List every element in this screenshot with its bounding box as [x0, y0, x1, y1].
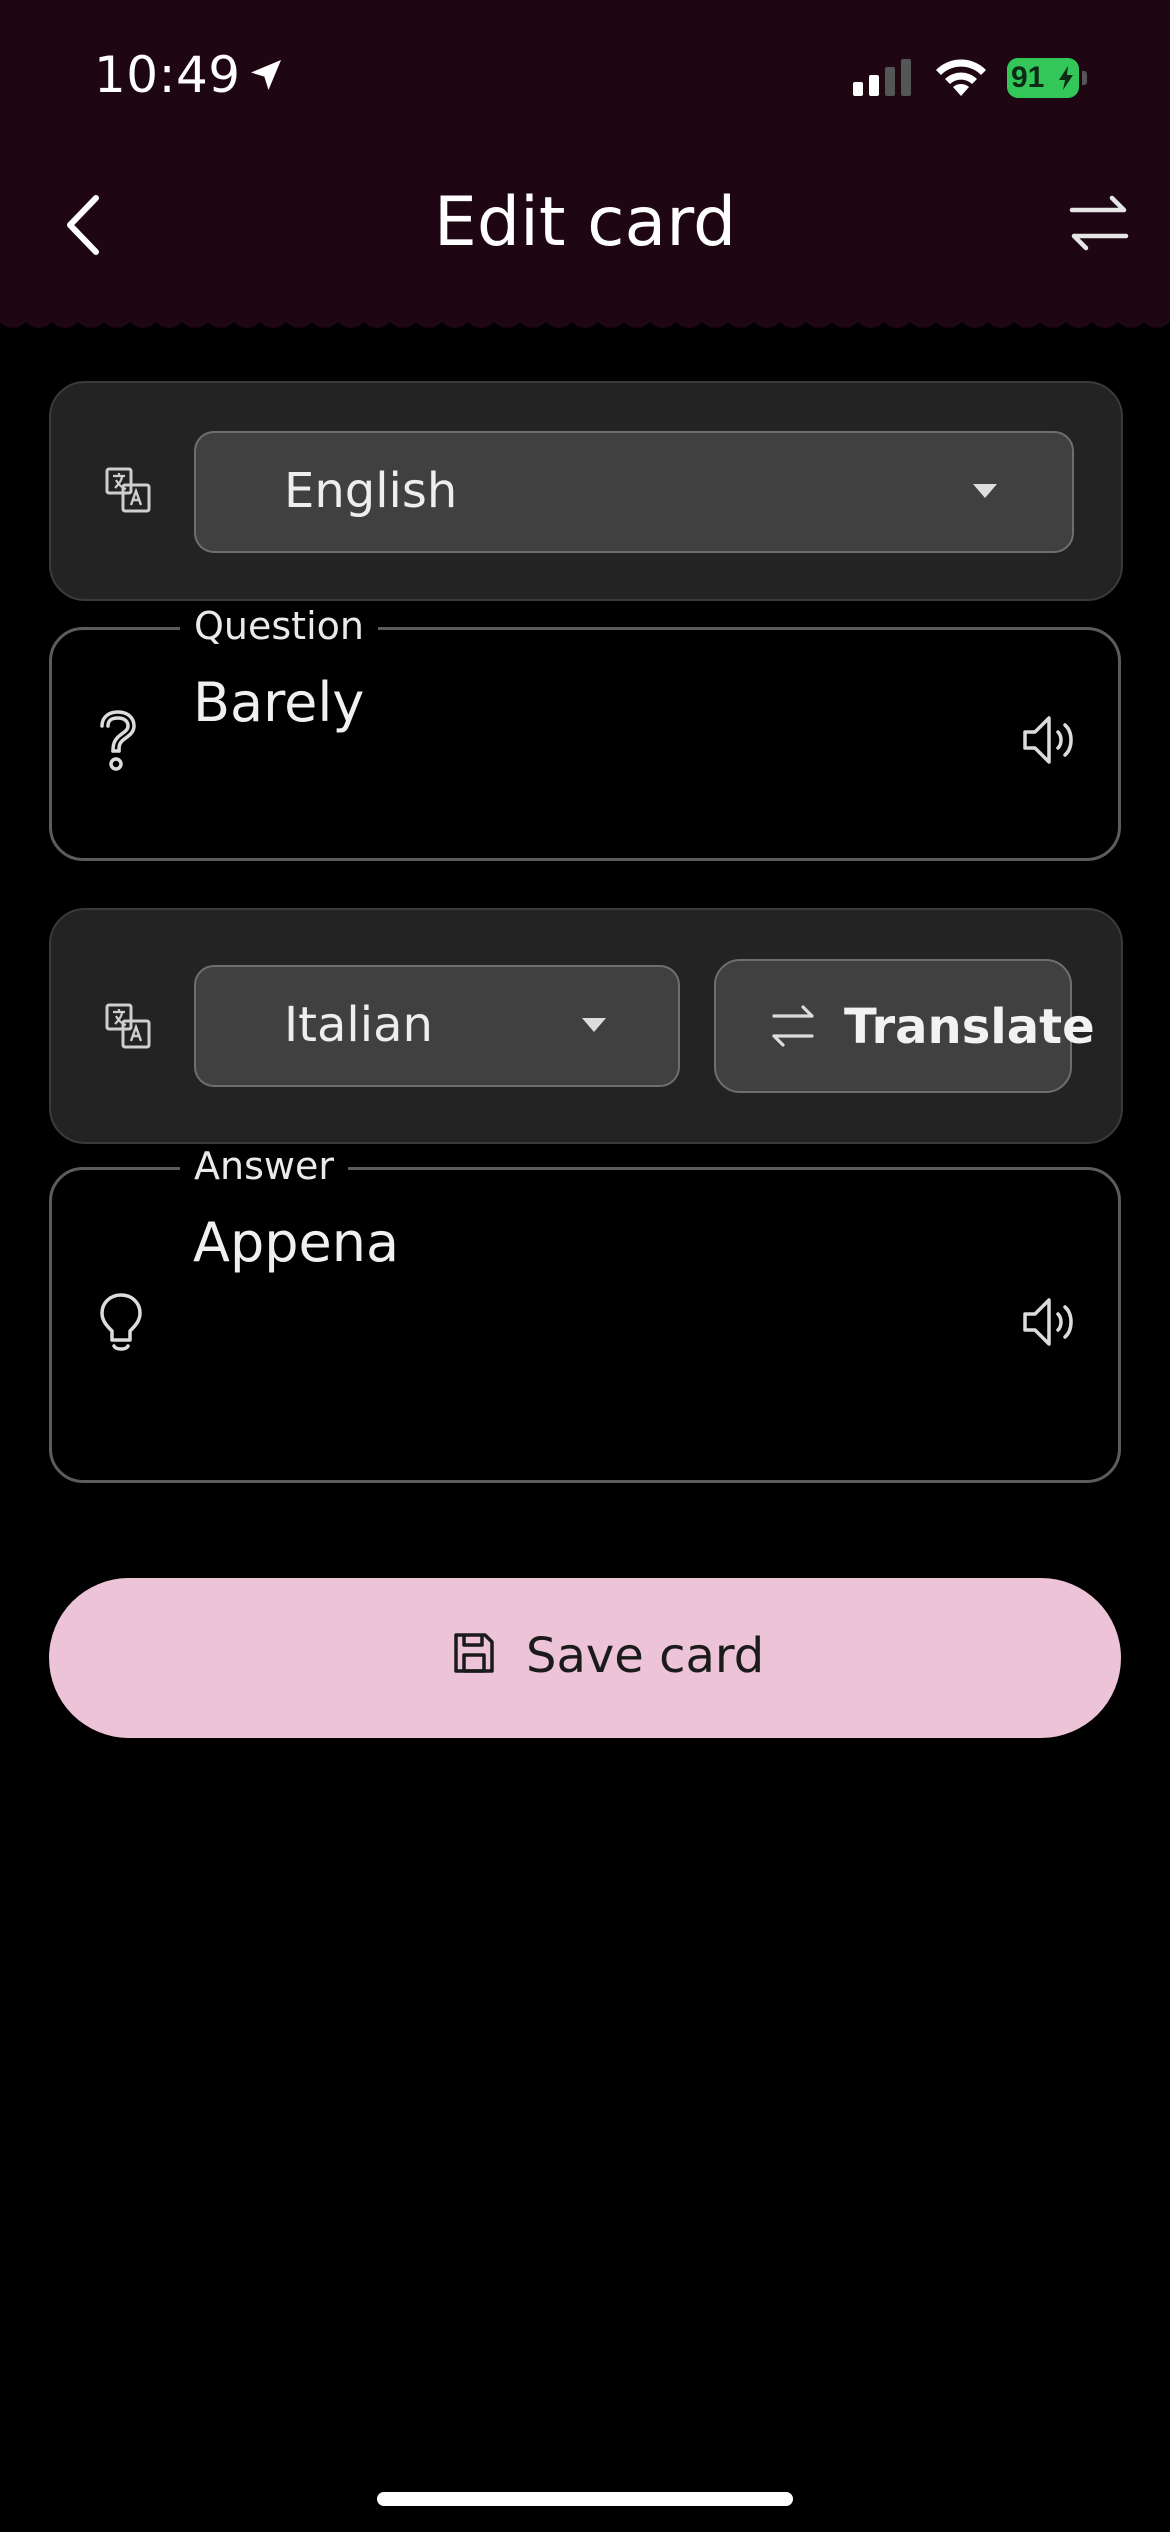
location-arrow-icon — [251, 60, 281, 90]
wifi-icon — [936, 59, 986, 96]
question-language-dropdown[interactable]: English — [194, 431, 1074, 553]
status-time: 10:49 — [94, 46, 241, 104]
answer-language-dropdown[interactable]: Italian — [194, 965, 680, 1087]
save-card-button[interactable]: Save card — [49, 1578, 1121, 1738]
question-mark-icon — [100, 710, 136, 771]
question-field[interactable] — [49, 627, 1121, 861]
lightbulb-icon — [100, 1293, 142, 1351]
answer-legend: Answer — [180, 1144, 348, 1188]
swap-arrows-icon — [772, 1005, 814, 1047]
answer-value[interactable]: Appena — [193, 1211, 399, 1274]
header-scallop-edge — [0, 312, 1170, 328]
page-title: Edit card — [433, 183, 737, 262]
charging-bolt-icon — [1059, 66, 1073, 90]
battery-indicator: 91 — [1007, 58, 1087, 98]
caret-down-icon — [973, 484, 997, 498]
question-value[interactable]: Barely — [193, 671, 364, 734]
question-language-value: English — [284, 463, 458, 519]
translate-button[interactable]: Translate — [714, 959, 1095, 1093]
translate-label: Translate — [844, 999, 1095, 1055]
question-legend: Question — [180, 604, 378, 648]
swap-languages-icon[interactable] — [1066, 190, 1132, 256]
answer-language-value: Italian — [284, 997, 433, 1053]
battery-level: 91 — [1011, 61, 1045, 94]
speaker-icon[interactable] — [1022, 714, 1078, 766]
speaker-icon[interactable] — [1022, 1296, 1078, 1348]
floppy-disk-icon — [454, 1633, 494, 1673]
translate-language-icon — [105, 467, 151, 513]
cellular-signal-icon — [853, 59, 911, 96]
translate-language-icon — [105, 1003, 151, 1049]
caret-down-icon — [582, 1018, 606, 1032]
home-indicator — [377, 2492, 793, 2506]
save-card-label: Save card — [526, 1628, 765, 1684]
